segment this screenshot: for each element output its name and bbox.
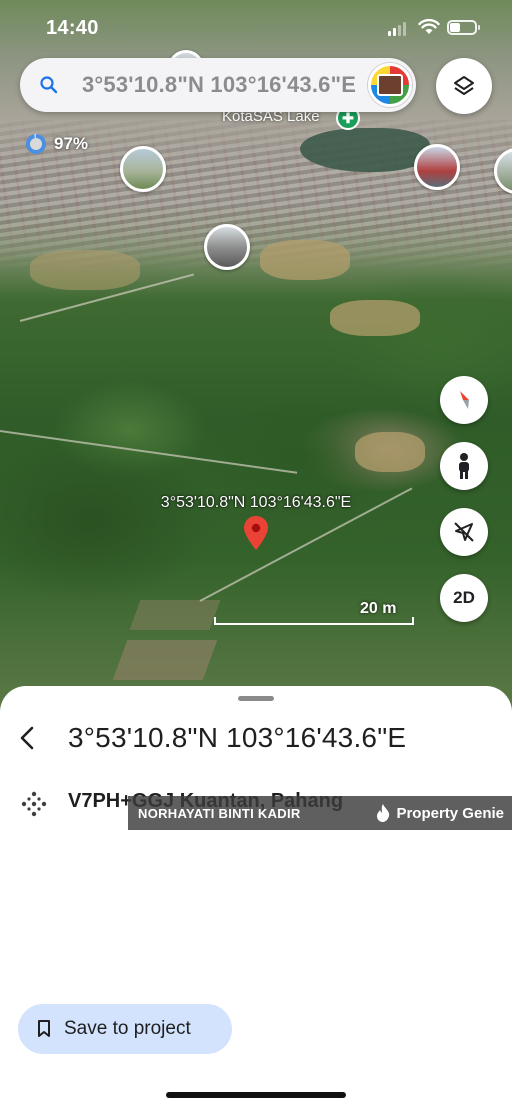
watermark-brand: Property Genie	[376, 804, 504, 822]
field	[112, 640, 218, 680]
photo-thumbnail[interactable]	[414, 144, 460, 190]
flame-icon	[377, 804, 390, 822]
scale-bar	[214, 617, 414, 625]
search-input[interactable]: 3°53'10.8"N 103°16'43.6"E	[82, 72, 382, 98]
photo-thumbnail[interactable]	[204, 224, 250, 270]
save-to-project-button[interactable]: Save to project	[18, 1004, 232, 1054]
field	[129, 600, 221, 630]
watermark-name: NORHAYATI BINTI KADIR	[138, 805, 301, 821]
progress-ring-icon	[26, 134, 46, 154]
pegman-icon	[459, 453, 469, 479]
bookmark-icon	[38, 1020, 50, 1037]
clearing	[330, 300, 420, 336]
clearing	[355, 432, 425, 472]
my-location-button[interactable]	[440, 508, 488, 556]
pin-coordinates-label: 3°53'10.8"N 103°16'43.6"E	[160, 494, 352, 511]
render-progress: 97%	[26, 134, 88, 154]
lake-water	[300, 128, 430, 172]
wifi-icon	[418, 18, 440, 34]
save-to-project-label: Save to project	[64, 1018, 191, 1039]
back-icon[interactable]	[14, 724, 42, 752]
search-bar[interactable]: 3°53'10.8"N 103°16'43.6"E	[20, 58, 416, 112]
photo-thumbnail[interactable]	[120, 146, 166, 192]
clearing	[260, 240, 350, 280]
home-indicator[interactable]	[166, 1092, 346, 1098]
battery-icon	[447, 20, 480, 35]
plus-code-icon	[21, 791, 47, 817]
location-off-icon	[454, 522, 474, 542]
location-pin-icon[interactable]	[244, 516, 268, 550]
street-view-button[interactable]	[440, 442, 488, 490]
battery-level	[450, 23, 460, 32]
compass-button[interactable]	[440, 376, 488, 424]
watermark-brand-text: Property Genie	[396, 804, 504, 822]
status-bar: 14:40	[0, 0, 512, 54]
clearing	[30, 250, 140, 290]
scale-label: 20 m	[360, 600, 397, 617]
place-sheet: 3°53'10.8"N 103°16'43.6"E V7PH+GGJ Kuant…	[0, 686, 512, 1108]
sheet-drag-handle[interactable]	[238, 696, 274, 701]
search-icon[interactable]	[39, 75, 59, 95]
layers-button[interactable]	[436, 58, 492, 114]
render-progress-text: 97%	[54, 134, 89, 153]
avatar[interactable]	[368, 63, 412, 107]
watermark-banner: NORHAYATI BINTI KADIR Property Genie	[128, 796, 512, 830]
place-title: 3°53'10.8"N 103°16'43.6"E	[68, 722, 407, 753]
compass-icon	[460, 391, 469, 409]
signal-icon	[388, 22, 406, 36]
status-time: 14:40	[46, 17, 99, 39]
road	[0, 430, 298, 474]
avatar-image	[377, 74, 403, 96]
layers-icon	[454, 76, 474, 95]
view-mode-button[interactable]: 2D	[440, 574, 488, 622]
